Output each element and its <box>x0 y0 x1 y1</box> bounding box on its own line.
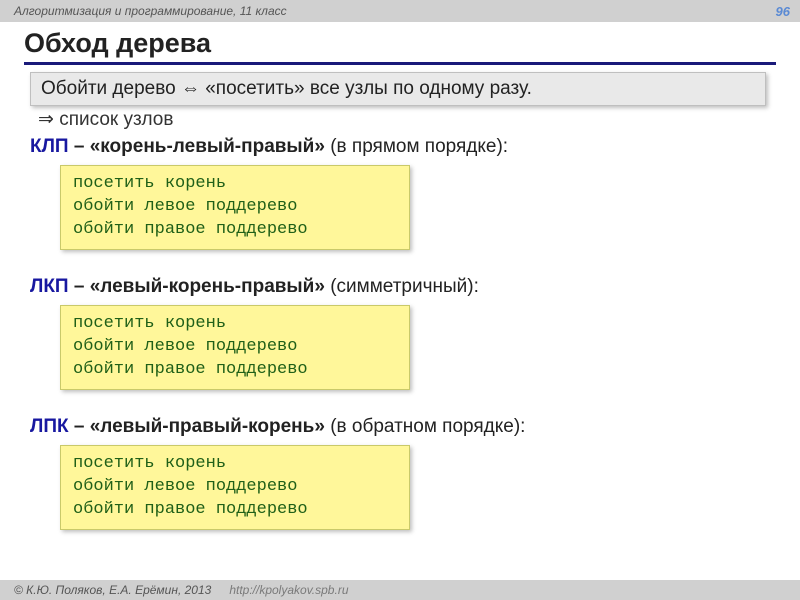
slide-header: Алгоритмизация и программирование, 11 кл… <box>0 0 800 22</box>
desc-lkp-rest: (симметричный): <box>325 276 479 297</box>
title-underline <box>24 62 776 65</box>
abbr-klp: КЛП <box>30 136 69 157</box>
code-box-lkp: посетить корень обойти левое поддерево о… <box>60 305 410 390</box>
traversal-lkp: ЛКП – «левый-корень-правый» (симметричны… <box>30 276 479 298</box>
desc-lpk-rest: (в обратном порядке): <box>325 416 526 437</box>
course-name: Алгоритмизация и программирование, 11 кл… <box>14 4 287 18</box>
desc-lkp-bold: – «левый-корень-правый» <box>69 276 325 297</box>
implies-text: ⇒ список узлов <box>38 108 173 131</box>
code-box-lpk: посетить корень обойти левое поддерево о… <box>60 445 410 530</box>
footer-authors: © К.Ю. Поляков, Е.А. Ерёмин, 2013 <box>14 583 211 597</box>
page-number: 96 <box>776 4 790 19</box>
abbr-lpk: ЛПК <box>30 416 69 437</box>
traversal-klp: КЛП – «корень-левый-правый» (в прямом по… <box>30 136 508 158</box>
definition-box: Обойти дерево ⇔ «посетить» все узлы по о… <box>30 72 766 106</box>
desc-klp-rest: (в прямом порядке): <box>325 136 508 157</box>
definition-text: Обойти дерево ⇔ «посетить» все узлы по о… <box>41 78 532 99</box>
abbr-lkp: ЛКП <box>30 276 69 297</box>
footer-url: http://kpolyakov.spb.ru <box>229 583 348 597</box>
slide-footer: © К.Ю. Поляков, Е.А. Ерёмин, 2013 http:/… <box>0 580 800 600</box>
traversal-lpk: ЛПК – «левый-правый-корень» (в обратном … <box>30 416 525 438</box>
code-box-klp: посетить корень обойти левое поддерево о… <box>60 165 410 250</box>
slide-title: Обход дерева <box>24 28 211 59</box>
desc-lpk-bold: – «левый-правый-корень» <box>69 416 325 437</box>
desc-klp-bold: – «корень-левый-правый» <box>69 136 325 157</box>
